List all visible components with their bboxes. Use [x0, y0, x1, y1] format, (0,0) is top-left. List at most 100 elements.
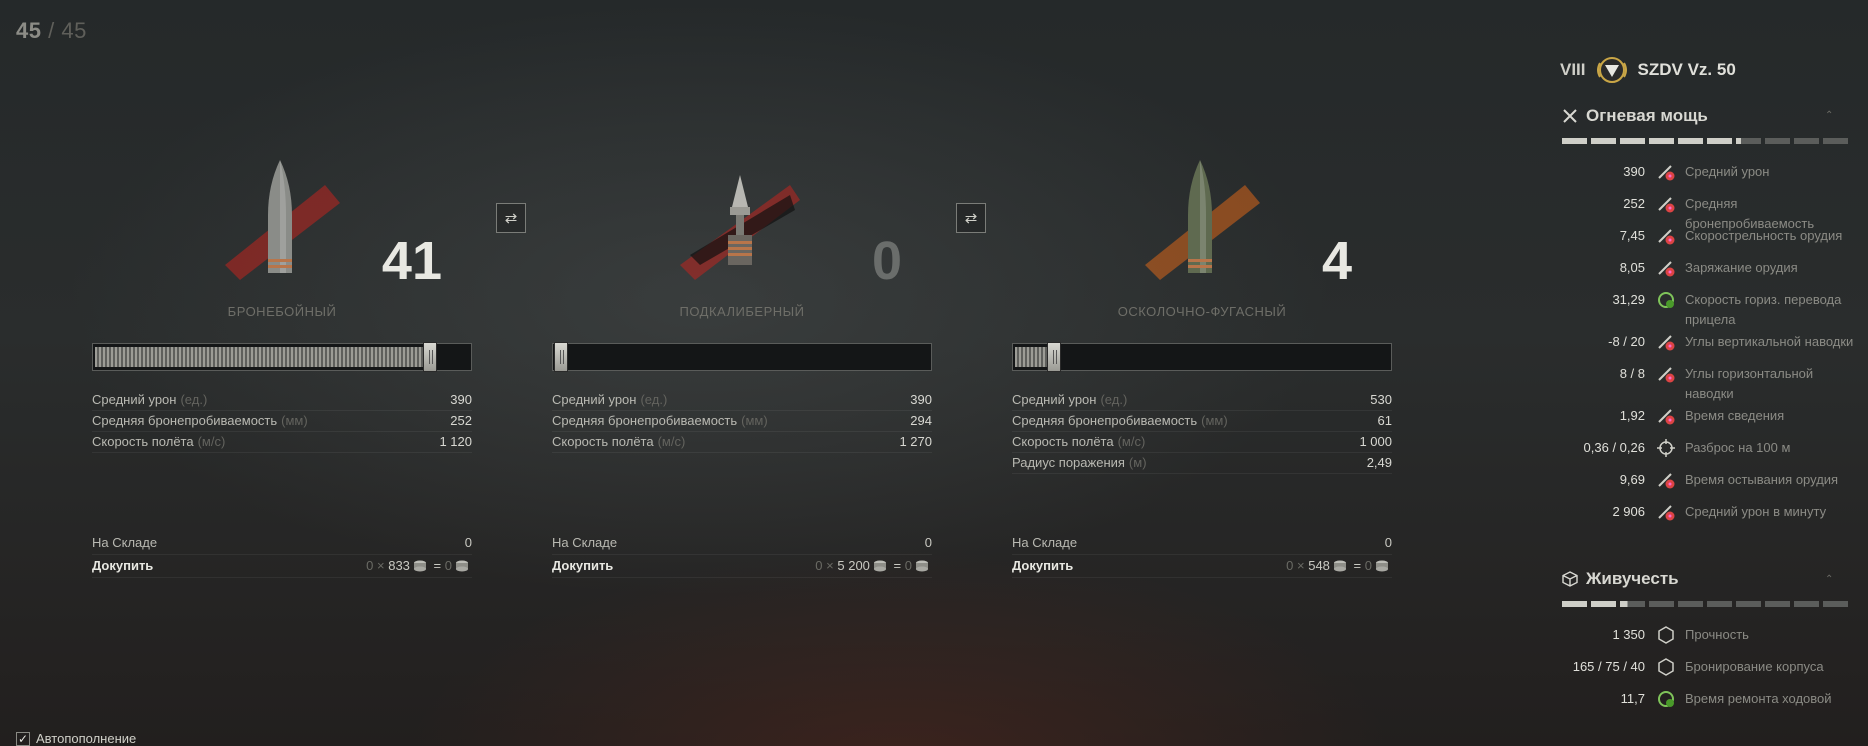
survivability-section-header[interactable]: Живучесть — [1562, 569, 1679, 589]
shell-stats: Средний урон (ед.) 390 Средняя бронепробива… — [92, 390, 472, 453]
autofill-checkbox[interactable]: ✓ — [16, 731, 30, 746]
stat-value: 530 — [1370, 392, 1392, 407]
shell-stock: На Складе 0 Докупить 0 × 5 200 = 0 — [552, 532, 932, 578]
buy-eq: = — [893, 558, 902, 573]
vehicle-stat-label: Время ремонта ходовой — [1685, 691, 1832, 706]
survivability-rating-bar — [1562, 601, 1848, 607]
stat-label: Скорость полёта — [92, 434, 194, 449]
slider-handle[interactable] — [423, 342, 437, 372]
stat-label-group: Скорость полёта (м/с) — [1012, 432, 1145, 452]
in-depot-row: На Складе 0 — [1012, 532, 1392, 555]
autofill-toggle[interactable]: ✓ Автопополнение — [16, 731, 136, 746]
stat-value: 1 120 — [439, 434, 472, 449]
vehicle-stat-value: 7,45 — [1619, 228, 1645, 243]
rating-segment — [1649, 601, 1674, 607]
vehicle-stat-row: 8,05 Заряжание орудия — [1555, 256, 1855, 288]
vehicle-stat-value: 1 350 — [1612, 627, 1645, 642]
credits-icon — [413, 560, 426, 572]
stat-unit: (мм) — [741, 413, 768, 428]
in-depot-label: На Складе — [1012, 535, 1078, 550]
rating-segment — [1823, 138, 1848, 144]
firepower-title: Огневая мощь — [1586, 106, 1708, 125]
slider-fill — [95, 347, 424, 367]
buy-qty: 0 — [815, 558, 823, 573]
swap-shells-button-1[interactable]: ⇄ — [496, 203, 526, 233]
shell-stat-row: Средняя бронепробиваемость (мм) 61 — [1012, 411, 1392, 432]
shell-count: 0 — [871, 231, 902, 291]
stat-label: Скорость полёта — [552, 434, 654, 449]
vehicle-stat-value: 0,36 / 0,26 — [1583, 440, 1645, 455]
tank-class-icon — [1596, 57, 1627, 83]
in-depot-value: 0 — [1384, 535, 1392, 550]
stat-label: Скорость полёта — [1012, 434, 1114, 449]
shell-amount-slider[interactable] — [92, 342, 472, 372]
rating-segment — [1591, 138, 1616, 144]
vehicle-stat-row: 252 Средняя бронепробиваемость — [1555, 192, 1855, 231]
penetration-icon — [1655, 194, 1677, 214]
buy-calc: 0 × 833 = 0 — [366, 555, 472, 577]
firepower-stats: 390 Средний урон 252 Средняя бронепробив… — [1555, 160, 1855, 532]
stat-label: Средний урон — [1012, 392, 1097, 407]
stat-label: Средняя бронепробиваемость — [92, 413, 278, 428]
stat-label-group: Средняя бронепробиваемость (мм) — [1012, 411, 1228, 431]
ammo-separator: / — [48, 18, 55, 43]
vehicle-stat-label: Время сведения — [1685, 408, 1785, 423]
shell-stat-row: Средний урон (ед.) 390 — [92, 390, 472, 411]
shell-stat-row: Средний урон (ед.) 530 — [1012, 390, 1392, 411]
vehicle-stat-value: 2 906 — [1612, 504, 1645, 519]
stat-unit: (м) — [1128, 455, 1147, 470]
shell-stock: На Складе 0 Докупить 0 × 548 = 0 — [1012, 532, 1392, 578]
stat-label: Средний урон — [92, 392, 177, 407]
stat-label: Средняя бронепробиваемость — [1012, 413, 1198, 428]
vehicle-stat-value: -8 / 20 — [1608, 334, 1645, 349]
rating-segment — [1794, 138, 1819, 144]
stat-value: 2,49 — [1366, 455, 1392, 470]
slider-handle[interactable] — [554, 342, 568, 372]
stat-value: 1 000 — [1359, 434, 1392, 449]
buy-times: × — [377, 558, 385, 573]
buy-label: Докупить — [552, 558, 614, 573]
stat-value: 390 — [450, 392, 472, 407]
tank-tier: VIII — [1560, 60, 1586, 79]
buy-qty: 0 — [1286, 558, 1294, 573]
vehicle-stat-label: Углы вертикальной наводки — [1685, 334, 1854, 349]
firepower-rating-bar — [1562, 138, 1848, 144]
stat-label-group: Средний урон (ед.) — [1012, 390, 1127, 410]
shell-amount-slider[interactable] — [1012, 342, 1392, 372]
stat-unit: (ед.) — [640, 392, 668, 407]
vehicle-stat-value: 252 — [1623, 196, 1645, 211]
rating-segment — [1649, 138, 1674, 144]
credits-icon — [916, 560, 928, 572]
shell-amount-slider[interactable] — [552, 342, 932, 372]
collapse-firepower-icon[interactable]: ⌃ — [1825, 110, 1833, 121]
vehicle-stat-label: Время остывания орудия — [1685, 472, 1839, 487]
autofill-label: Автопополнение — [36, 731, 137, 746]
stat-label-group: Средняя бронепробиваемость (мм) — [92, 411, 308, 431]
rating-segment — [1765, 138, 1790, 144]
rating-segment — [1707, 138, 1732, 144]
vehicle-stat-value: 390 — [1623, 164, 1645, 179]
survivability-stats: 1 350 Прочность 165 / 75 / 40 Бронирован… — [1555, 623, 1855, 719]
shell-type-name: ПОДКАЛИБЕРНЫЙ — [679, 304, 805, 319]
buy-times: × — [1297, 558, 1305, 573]
firepower-section-header[interactable]: Огневая мощь — [1562, 106, 1708, 126]
shell-count: 41 — [381, 231, 442, 291]
vehicle-stat-row: 9,69 Время остывания орудия — [1555, 468, 1855, 500]
shell-type-name: БРОНЕБОЙНЫЙ — [227, 304, 337, 319]
dpm-icon — [1655, 502, 1677, 522]
buy-row: Докупить 0 × 5 200 = 0 — [552, 555, 932, 578]
swap-shells-button-2[interactable]: ⇄ — [956, 203, 986, 233]
stat-unit: (м/с) — [197, 434, 226, 449]
stat-value: 1 270 — [899, 434, 932, 449]
slider-handle[interactable] — [1047, 342, 1061, 372]
vertical-angles-icon — [1655, 332, 1677, 352]
collapse-survivability-icon[interactable]: ⌃ — [1825, 574, 1833, 585]
buy-qty: 0 — [366, 558, 374, 573]
stat-unit: (мм) — [281, 413, 308, 428]
rating-segment — [1591, 601, 1616, 607]
buy-label: Докупить — [92, 558, 154, 573]
tank-header: VIII SZDV Vz. 50 — [1560, 55, 1736, 85]
dispersion-icon — [1655, 438, 1677, 458]
rating-segment — [1794, 601, 1819, 607]
swap-icon: ⇄ — [504, 210, 518, 227]
